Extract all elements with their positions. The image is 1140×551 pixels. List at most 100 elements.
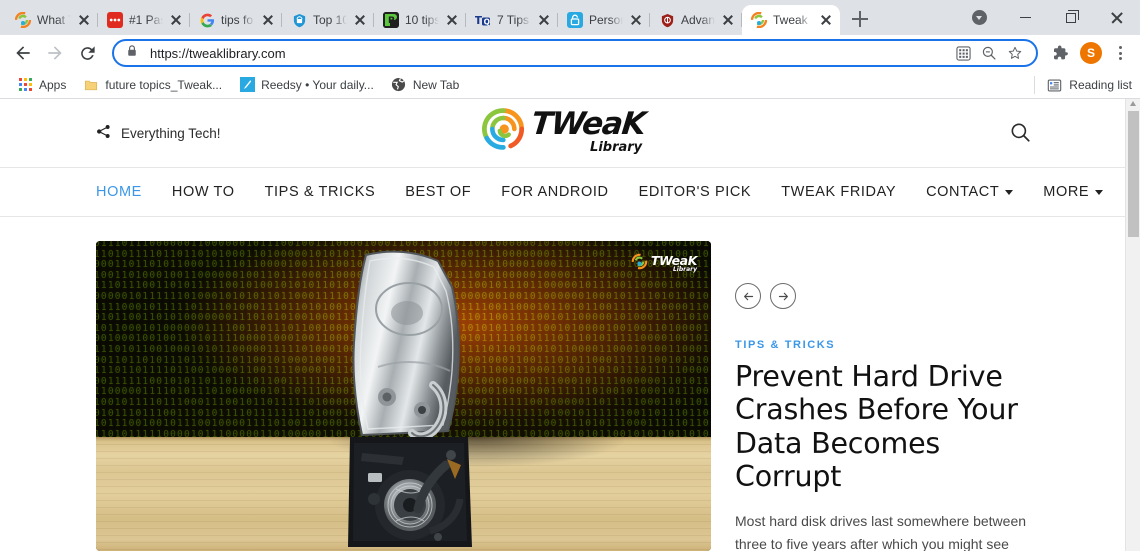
reading-list-icon (1046, 77, 1062, 93)
browser-tab[interactable]: Advan (650, 5, 742, 35)
close-icon[interactable] (445, 13, 459, 27)
chevron-down-icon (1005, 189, 1014, 195)
nav-item-editors-pick[interactable]: EDITOR'S PICK (639, 184, 752, 200)
nav-label: TWEAK FRIDAY (781, 184, 897, 200)
bookmark-label: Apps (39, 77, 67, 92)
hard-drive-photo (348, 250, 472, 547)
hero-title[interactable]: Prevent Hard Drive Crashes Before Your D… (735, 360, 1029, 493)
tab-title: Tweak (773, 13, 808, 27)
folder-icon (83, 77, 99, 93)
site-logo[interactable]: TWeaK Library (481, 106, 647, 156)
close-icon[interactable] (537, 13, 551, 27)
nav-label: BEST OF (405, 184, 472, 200)
tab-title: Top 10 (313, 13, 347, 27)
close-icon[interactable] (721, 13, 735, 27)
window-controls (956, 0, 1140, 35)
browser-tab[interactable]: Person (558, 5, 650, 35)
svg-text:T: T (475, 14, 483, 27)
profile-dropdown-button[interactable] (956, 0, 1002, 35)
hero-excerpt: Most hard disk drives last somewhere bet… (735, 513, 1027, 551)
maximize-button[interactable] (1048, 0, 1094, 35)
scrollbar-up-arrow-icon[interactable] (1130, 101, 1136, 106)
close-window-button[interactable] (1094, 0, 1140, 35)
search-icon[interactable] (1009, 121, 1033, 145)
nav-label: TIPS & TRICKS (264, 184, 376, 200)
share-icon[interactable] (96, 124, 111, 142)
nav-item-contact[interactable]: CONTACT (926, 184, 1014, 200)
nav-item-tweak-friday[interactable]: TWEAK FRIDAY (781, 184, 896, 200)
watermark-secondary-text: Library (672, 266, 697, 274)
slider-prev-button[interactable] (735, 283, 761, 309)
browser-tab[interactable]: #1 Pas (98, 5, 190, 35)
hero-category-tag[interactable]: TIPS & TRICKS (735, 339, 1029, 351)
tweak-library-icon (15, 12, 31, 28)
logo-secondary-text: Library (590, 140, 643, 155)
nav-item-how-to[interactable]: HOW TO (172, 184, 235, 200)
scrollbar-thumb[interactable] (1128, 111, 1139, 237)
slider-next-button[interactable] (770, 283, 796, 309)
nav-label: CONTACT (926, 184, 1000, 200)
page-viewport: Everything Tech! TWeaK Library HOME HOW … (0, 99, 1140, 551)
browser-tab[interactable]: P 10 tips (374, 5, 466, 35)
bookmark-item[interactable]: Reedsy • Your daily... (232, 75, 381, 95)
puzzle-icon[interactable] (1046, 38, 1074, 68)
chrome-browser-window: What T #1 Pas tips fo Top 10 (0, 0, 1140, 551)
site-header: Everything Tech! TWeaK Library (0, 99, 1125, 167)
bookmark-label: New Tab (412, 77, 460, 92)
address-bar[interactable]: https://tweaklibrary.com (112, 39, 1038, 67)
browser-tab[interactable]: tips fo (190, 5, 282, 35)
blue-lock-icon (567, 12, 583, 28)
tweak-library-logo-icon (481, 107, 525, 156)
browser-tab[interactable]: What T (6, 5, 98, 35)
red-shield-icon (659, 12, 675, 28)
hero-text-column: TIPS & TRICKS Prevent Hard Drive Crashes… (735, 241, 1029, 551)
reading-list-button[interactable]: Reading list (1034, 71, 1132, 99)
zoom-out-icon[interactable] (976, 41, 1002, 65)
close-icon[interactable] (353, 13, 367, 27)
nav-item-tips-tricks[interactable]: TIPS & TRICKS (265, 184, 376, 200)
secure-lock-icon (126, 44, 140, 63)
close-icon[interactable] (77, 13, 91, 27)
avatar[interactable]: S (1080, 42, 1102, 64)
new-tab-button[interactable] (846, 5, 874, 33)
tq-icon: TQ (475, 12, 491, 28)
red-password-icon (107, 12, 123, 28)
browser-tab-active[interactable]: Tweak (742, 5, 840, 35)
minimize-button[interactable] (1002, 0, 1048, 35)
bookmark-apps[interactable]: Apps (10, 75, 73, 95)
url-text[interactable]: https://tweaklibrary.com (150, 46, 950, 61)
website-page: Everything Tech! TWeaK Library HOME HOW … (0, 99, 1125, 551)
bookmark-label: future topics_Tweak... (105, 77, 223, 92)
tab-title: 10 tips (405, 13, 439, 27)
close-icon[interactable] (819, 13, 833, 27)
page-scrollbar[interactable] (1125, 99, 1140, 551)
chevron-down-icon (1095, 189, 1104, 195)
back-button[interactable] (8, 38, 38, 68)
nav-item-more[interactable]: MORE (1043, 184, 1104, 200)
tab-title: tips fo (221, 13, 254, 27)
google-icon (199, 12, 215, 28)
tagline-text: Everything Tech! (121, 125, 221, 141)
close-icon[interactable] (629, 13, 643, 27)
nav-item-for-android[interactable]: FOR ANDROID (501, 184, 608, 200)
apps-grid-icon (17, 77, 33, 93)
bookmark-item[interactable]: future topics_Tweak... (76, 75, 229, 95)
logo-primary-text: TWeaK (528, 106, 647, 142)
site-tagline: Everything Tech! (96, 124, 221, 142)
qr-code-icon[interactable] (950, 41, 976, 65)
bookmark-label: Reedsy • Your daily... (261, 77, 374, 92)
three-dot-menu-icon[interactable] (1108, 38, 1132, 68)
tab-title: Advan (681, 13, 715, 27)
forward-button[interactable] (40, 38, 70, 68)
close-icon[interactable] (169, 13, 183, 27)
star-icon[interactable] (1002, 41, 1028, 65)
nav-label: HOME (96, 184, 142, 200)
hero-image[interactable]: 0111011100000011000000101110010011100001… (96, 241, 711, 551)
browser-tab[interactable]: Top 10 (282, 5, 374, 35)
reload-button[interactable] (72, 38, 102, 68)
bookmark-item[interactable]: New Tab (384, 75, 466, 95)
close-icon[interactable] (261, 13, 275, 27)
nav-item-best-of[interactable]: BEST OF (405, 184, 471, 200)
browser-tab[interactable]: TQ 7 Tips (466, 5, 558, 35)
nav-item-home[interactable]: HOME (96, 184, 142, 200)
